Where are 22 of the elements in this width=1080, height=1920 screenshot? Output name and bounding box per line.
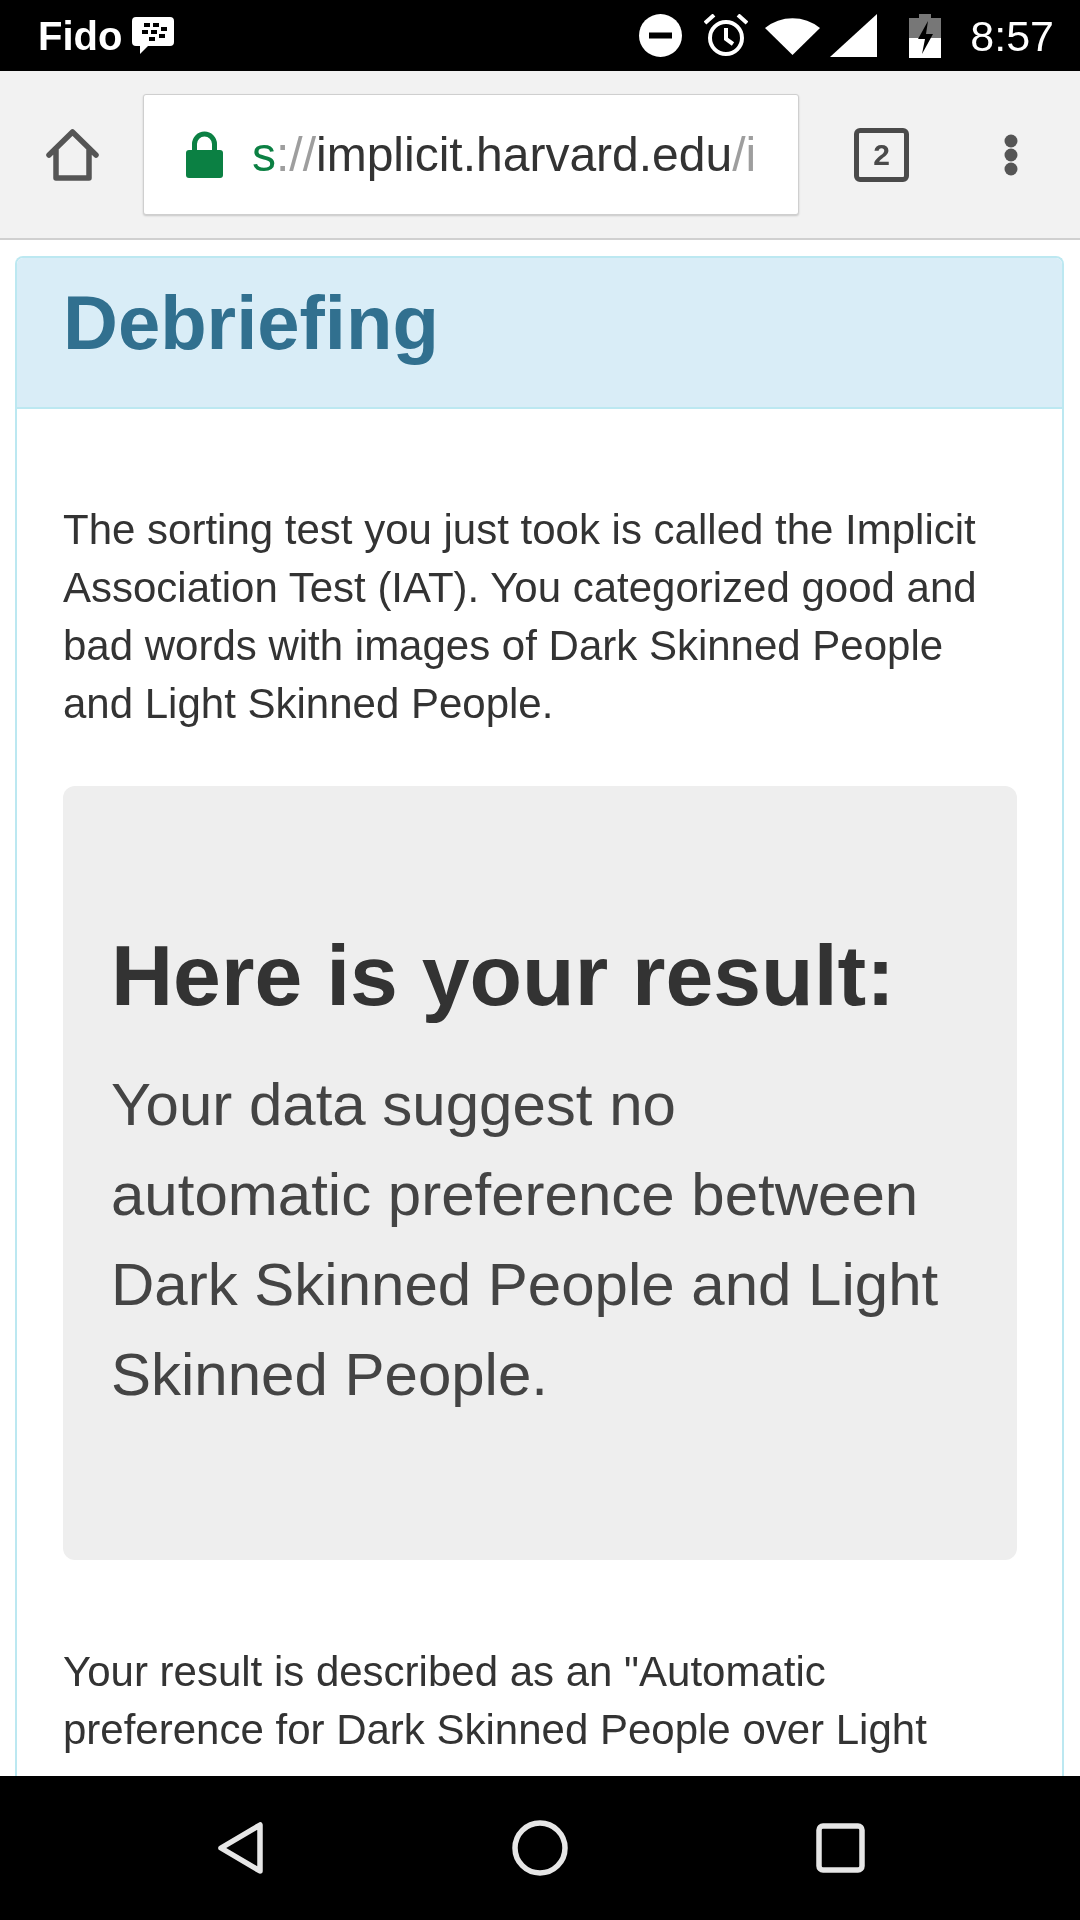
tab-switcher-button[interactable]: 2 [854, 127, 909, 182]
menu-icon[interactable] [1004, 133, 1018, 176]
description-paragraph: Your result is described as an "Automatic preference for Dark Skinned People over Light [63, 1647, 928, 1755]
signal-icon [830, 14, 878, 57]
address-field[interactable]: s://implicit.harvard.edu/i [143, 94, 799, 215]
result-heading: Here is your result: [111, 928, 896, 1023]
status-time: 8:57 [970, 11, 1054, 60]
back-icon[interactable] [215, 1821, 264, 1875]
wifi-icon [765, 16, 821, 55]
battery-charging-icon [909, 13, 942, 58]
carrier-name: Fido [38, 12, 123, 60]
url-text: s://implicit.harvard.edu/i [252, 126, 757, 183]
recents-icon[interactable] [815, 1823, 865, 1873]
home-icon[interactable] [511, 1820, 568, 1876]
chat-bubble-icon [132, 17, 175, 54]
home-icon[interactable] [45, 126, 100, 183]
panel-title: Debriefing [63, 281, 440, 365]
intro-paragraph: The sorting test you just took is called the Implicit Association Test (IAT). You categorized good and bad words with images of Dark Skinned People and Light Skinned People. [63, 505, 978, 729]
alarm-clock-icon [704, 13, 749, 58]
lock-icon [186, 131, 223, 178]
result-text: Your data suggest no automatic preference between Dark Skinned People and Light Skinned People. [111, 1070, 940, 1410]
do-not-disturb-icon [639, 14, 683, 57]
